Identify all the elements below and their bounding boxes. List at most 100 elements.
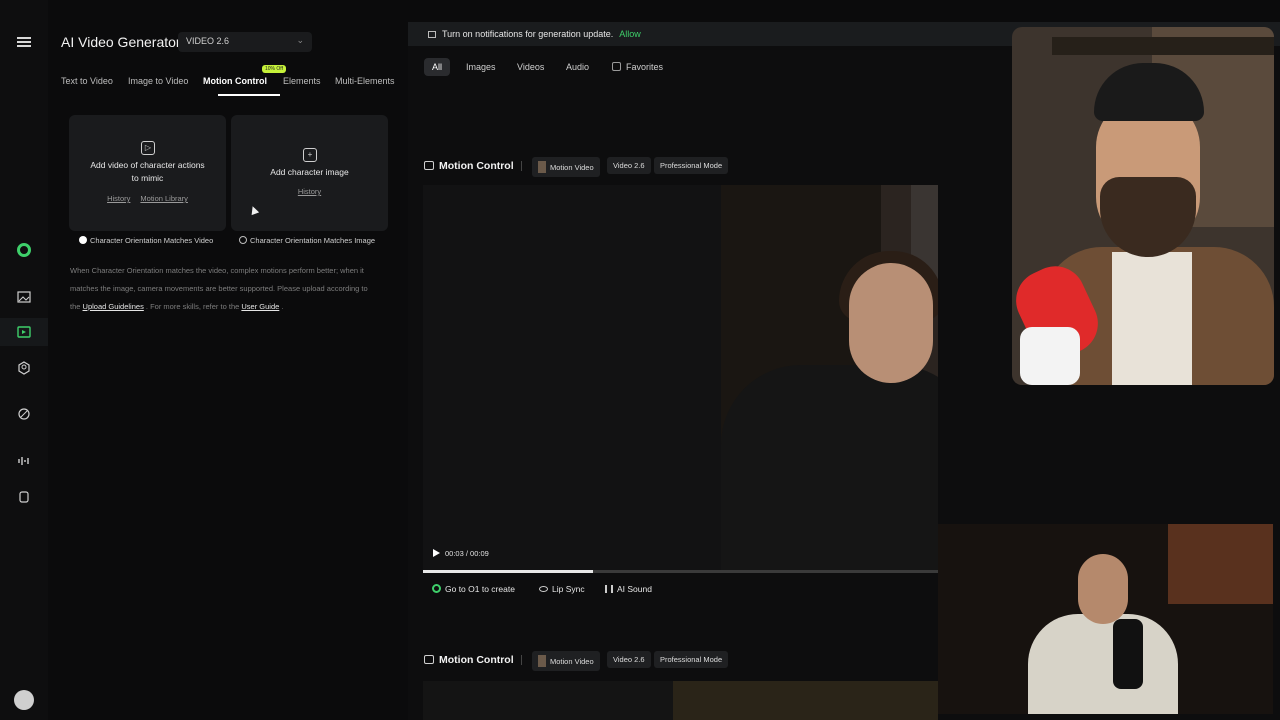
lip-sync-icon	[539, 586, 548, 592]
streamer-webcam-main	[1012, 27, 1274, 385]
source-tag: Motion Video	[532, 157, 600, 177]
filter-all[interactable]: All	[424, 58, 451, 76]
logo-ring-icon[interactable]	[14, 240, 34, 260]
webcam-shelf	[1052, 37, 1274, 55]
tab-elements[interactable]: Elements	[283, 76, 321, 86]
frame-person-face	[849, 263, 933, 383]
model-tag-2: Video 2.6	[607, 651, 651, 668]
upload-video-label: Add video of character actions to mimic	[90, 160, 205, 183]
webcam-shirt	[1112, 252, 1192, 385]
motion-control-icon	[424, 161, 434, 170]
mode-tabs: Text to Video Image to Video Motion Cont…	[61, 65, 401, 98]
active-tab-underline	[218, 94, 280, 96]
app-title: AI Video Generator	[61, 34, 181, 50]
add-video-icon: ▷	[141, 141, 155, 155]
webcam2-face	[1078, 554, 1128, 624]
video-frame	[721, 185, 938, 573]
o1-logo-icon	[432, 584, 441, 593]
source-tag-label: Motion Video	[550, 163, 594, 172]
model-select[interactable]: VIDEO 2.6 ⌄	[178, 32, 312, 52]
video-icon[interactable]	[14, 322, 34, 342]
sidebar-rail	[0, 0, 48, 720]
playback-controls: 00:03 / 00:09	[433, 549, 489, 558]
orientation-video-label: Character Orientation Matches Video	[90, 236, 214, 245]
brush-icon[interactable]	[14, 404, 34, 424]
generated-video-player[interactable]: 00:03 / 00:09	[423, 185, 938, 573]
generation-title: Motion Control	[439, 160, 514, 172]
model-select-value: VIDEO 2.6	[186, 36, 230, 46]
video-frame-2	[673, 681, 938, 720]
webcam-beard	[1100, 177, 1196, 257]
filter-audio[interactable]: Audio	[558, 58, 597, 76]
video-progress-fill	[423, 570, 593, 573]
favorites-label: Favorites	[626, 62, 664, 72]
radio-checked-icon	[79, 236, 87, 244]
streamer-webcam-secondary	[938, 524, 1273, 714]
orientation-image-label: Character Orientation Matches Image	[250, 236, 376, 245]
notification-text: Turn on notifications for generation upd…	[442, 29, 614, 39]
tab-image-to-video[interactable]: Image to Video	[128, 76, 188, 86]
go-to-o1-button[interactable]: Go to O1 to create	[432, 584, 515, 594]
divider	[521, 161, 522, 171]
webcam2-lamp	[1168, 524, 1273, 604]
tab-multi-elements[interactable]: Multi-Elements	[335, 76, 395, 86]
upload-guidelines-link[interactable]: Upload Guidelines	[83, 302, 144, 311]
source-thumbnail	[538, 161, 546, 173]
mode-tag-2: Professional Mode	[654, 651, 729, 668]
video-history-link[interactable]: History	[107, 194, 130, 203]
library-icon[interactable]	[14, 487, 34, 507]
character-icon[interactable]	[14, 358, 34, 378]
hint-text-3: .	[281, 302, 284, 311]
source-tag-label-2: Motion Video	[550, 657, 594, 666]
generation-title-2: Motion Control	[439, 654, 514, 666]
ai-sound-button[interactable]: AI Sound	[605, 584, 652, 594]
upload-image-label: Add character image	[270, 167, 349, 177]
add-image-icon: +	[303, 148, 317, 162]
ai-sound-icon	[605, 585, 613, 593]
webcam2-body	[1028, 614, 1178, 714]
upload-video-card[interactable]: ▷ Add video of character actions to mimi…	[69, 115, 226, 231]
hint-text-2: . For more skills, refer to the	[145, 302, 240, 311]
audio-waveform-icon[interactable]	[14, 451, 34, 471]
radio-unchecked-icon	[239, 236, 247, 244]
orientation-image-option[interactable]: Character Orientation Matches Image	[239, 236, 375, 245]
frame-person-body	[721, 365, 938, 573]
source-tag-2: Motion Video	[532, 651, 600, 671]
webcam2-microphone	[1113, 619, 1143, 689]
allow-notifications-button[interactable]: Allow	[619, 29, 641, 39]
user-avatar[interactable]	[14, 690, 34, 710]
tab-motion-control[interactable]: Motion Control	[203, 76, 267, 86]
divider	[521, 655, 522, 665]
ai-sound-label: AI Sound	[617, 584, 652, 594]
menu-icon[interactable]	[14, 32, 34, 52]
upload-video-links: History Motion Library	[69, 194, 226, 203]
video-progress-bar[interactable]	[423, 570, 938, 573]
bell-icon	[428, 31, 436, 38]
image-history-link[interactable]: History	[298, 187, 321, 196]
microphone-base	[1020, 327, 1080, 385]
orientation-hint: When Character Orientation matches the v…	[70, 262, 370, 316]
generated-video-player-2[interactable]	[423, 681, 938, 720]
checkbox-icon	[612, 62, 621, 71]
mode-tag: Professional Mode	[654, 157, 729, 174]
source-thumbnail	[538, 655, 546, 667]
generator-panel: AI Video Generator VIDEO 2.6 ⌄ Text to V…	[48, 0, 406, 720]
user-guide-link[interactable]: User Guide	[241, 302, 279, 311]
lip-sync-button[interactable]: Lip Sync	[539, 584, 585, 594]
go-to-o1-label: Go to O1 to create	[445, 584, 515, 594]
motion-control-icon	[424, 655, 434, 664]
filter-videos[interactable]: Videos	[509, 58, 552, 76]
discount-badge: 10% Off	[262, 65, 286, 73]
playback-time: 00:03 / 00:09	[445, 549, 489, 558]
favorites-toggle[interactable]: Favorites	[604, 58, 671, 76]
filter-images[interactable]: Images	[458, 58, 504, 76]
orientation-video-option[interactable]: Character Orientation Matches Video	[79, 236, 213, 245]
image-icon[interactable]	[14, 287, 34, 307]
play-icon[interactable]	[433, 549, 440, 557]
tab-text-to-video[interactable]: Text to Video	[61, 76, 113, 86]
model-tag: Video 2.6	[607, 157, 651, 174]
motion-library-link[interactable]: Motion Library	[140, 194, 188, 203]
upload-image-links: History	[231, 187, 388, 196]
lip-sync-label: Lip Sync	[552, 584, 585, 594]
chevron-down-icon: ⌄	[296, 35, 304, 45]
